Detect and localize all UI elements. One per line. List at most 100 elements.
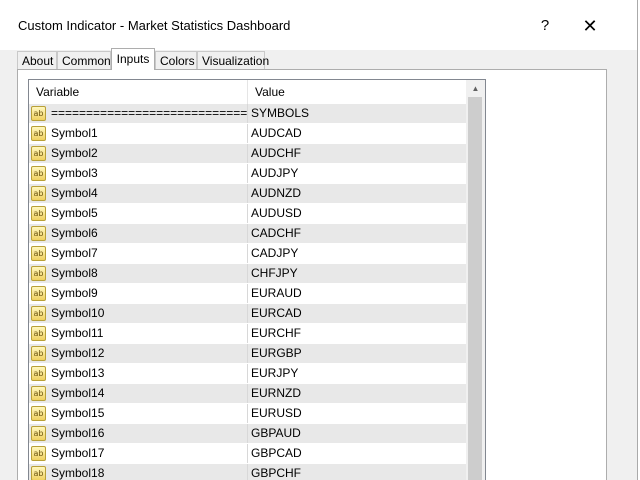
variable-name: Symbol17 (51, 446, 105, 460)
value-cell[interactable]: EURCAD (249, 304, 466, 323)
variable-cell[interactable]: ab Symbol2 (29, 144, 248, 163)
variable-name: Symbol6 (51, 226, 98, 240)
table-row[interactable]: ab Symbol3 AUDJPY (29, 164, 466, 184)
variable-cell[interactable]: ab Symbol11 (29, 324, 248, 343)
variable-cell[interactable]: ab Symbol3 (29, 164, 248, 183)
value-cell[interactable]: EURJPY (249, 364, 466, 383)
ab-string-icon: ab (31, 186, 46, 201)
variable-name: Symbol15 (51, 406, 105, 420)
tab-common[interactable]: Common (57, 51, 111, 69)
ab-string-icon: ab (31, 226, 46, 241)
vertical-scrollbar[interactable]: ▲ (466, 80, 485, 480)
table-row[interactable]: ab Symbol2 AUDCHF (29, 144, 466, 164)
variable-cell[interactable]: ab Symbol9 (29, 284, 248, 303)
variable-cell[interactable]: ab Symbol13 (29, 364, 248, 383)
variable-name: ================================ (51, 106, 248, 120)
ab-string-icon: ab (31, 286, 46, 301)
title-bar: Custom Indicator - Market Statistics Das… (0, 0, 637, 50)
column-header-value[interactable]: Value (248, 80, 466, 104)
value-cell[interactable]: CADJPY (249, 244, 466, 263)
table-row[interactable]: ab Symbol9 EURAUD (29, 284, 466, 304)
table-row[interactable]: ab Symbol18 GBPCHF (29, 464, 466, 480)
value-cell[interactable]: SYMBOLS (249, 104, 466, 123)
table-row[interactable]: ab Symbol5 AUDUSD (29, 204, 466, 224)
variable-name: Symbol10 (51, 306, 105, 320)
ab-string-icon: ab (31, 246, 46, 261)
variable-name: Symbol8 (51, 266, 98, 280)
tab-inputs[interactable]: Inputs (111, 48, 155, 70)
column-header-variable[interactable]: Variable (29, 80, 248, 104)
value-cell[interactable]: AUDCAD (249, 124, 466, 143)
variable-cell[interactable]: ab Symbol16 (29, 424, 248, 443)
value-cell[interactable]: AUDUSD (249, 204, 466, 223)
tab-colors[interactable]: Colors (155, 51, 197, 69)
variable-cell[interactable]: ab Symbol1 (29, 124, 248, 143)
tab-about[interactable]: About (17, 51, 57, 69)
close-button[interactable]: ✕ (572, 13, 608, 39)
value-cell[interactable]: EURAUD (249, 284, 466, 303)
ab-string-icon: ab (31, 346, 46, 361)
table-row[interactable]: ab Symbol15 EURUSD (29, 404, 466, 424)
value-cell[interactable]: GBPCAD (249, 444, 466, 463)
value-cell[interactable]: GBPAUD (249, 424, 466, 443)
variable-cell[interactable]: ab Symbol12 (29, 344, 248, 363)
table-row[interactable]: ab Symbol1 AUDCAD (29, 124, 466, 144)
tab-visualization[interactable]: Visualization (197, 51, 269, 69)
variable-name: Symbol13 (51, 366, 105, 380)
value-cell[interactable]: AUDJPY (249, 164, 466, 183)
table-row[interactable]: ab Symbol17 GBPCAD (29, 444, 466, 464)
value-cell[interactable]: EURCHF (249, 324, 466, 343)
table-row[interactable]: ab Symbol13 EURJPY (29, 364, 466, 384)
ab-string-icon: ab (31, 266, 46, 281)
table-row[interactable]: ab Symbol10 EURCAD (29, 304, 466, 324)
ab-string-icon: ab (31, 406, 46, 421)
variable-cell[interactable]: ab Symbol14 (29, 384, 248, 403)
variable-name: Symbol2 (51, 146, 98, 160)
table-row[interactable]: ab Symbol16 GBPAUD (29, 424, 466, 444)
variable-cell[interactable]: ab Symbol18 (29, 464, 248, 480)
variable-cell[interactable]: ab Symbol5 (29, 204, 248, 223)
table-row[interactable]: ab Symbol4 AUDNZD (29, 184, 466, 204)
variable-cell[interactable]: ab Symbol10 (29, 304, 248, 323)
variable-name: Symbol7 (51, 246, 98, 260)
variable-name: Symbol11 (51, 326, 104, 340)
variable-cell[interactable]: ab Symbol17 (29, 444, 248, 463)
help-button[interactable]: ? (527, 13, 563, 39)
value-cell[interactable]: CADCHF (249, 224, 466, 243)
variable-cell[interactable]: ab Symbol8 (29, 264, 248, 283)
variable-name: Symbol18 (51, 466, 105, 480)
variable-cell[interactable]: ab ================================ (29, 104, 248, 123)
table-row[interactable]: ab Symbol12 EURGBP (29, 344, 466, 364)
value-cell[interactable]: GBPCHF (249, 464, 466, 480)
variable-cell[interactable]: ab Symbol7 (29, 244, 248, 263)
table-row[interactable]: ab Symbol6 CADCHF (29, 224, 466, 244)
ab-string-icon: ab (31, 206, 46, 221)
variable-cell[interactable]: ab Symbol15 (29, 404, 248, 423)
value-cell[interactable]: AUDNZD (249, 184, 466, 203)
table-row[interactable]: ab Symbol11 EURCHF (29, 324, 466, 344)
ab-string-icon: ab (31, 426, 46, 441)
variable-name: Symbol16 (51, 426, 105, 440)
value-cell[interactable]: EURGBP (249, 344, 466, 363)
value-cell[interactable]: EURUSD (249, 404, 466, 423)
value-cell[interactable]: EURNZD (249, 384, 466, 403)
ab-string-icon: ab (31, 326, 46, 341)
variable-name: Symbol14 (51, 386, 105, 400)
variable-cell[interactable]: ab Symbol4 (29, 184, 248, 203)
value-cell[interactable]: CHFJPY (249, 264, 466, 283)
variable-name: Symbol1 (51, 126, 98, 140)
window-title: Custom Indicator - Market Statistics Das… (18, 18, 291, 33)
table-row[interactable]: ab Symbol7 CADJPY (29, 244, 466, 264)
ab-string-icon: ab (31, 166, 46, 181)
table-row[interactable]: ab ================================SYMBOL… (29, 104, 466, 124)
variable-cell[interactable]: ab Symbol6 (29, 224, 248, 243)
scrollbar-thumb[interactable] (468, 97, 482, 480)
grid-rows: ab ================================SYMBOL… (29, 104, 466, 480)
ab-string-icon: ab (31, 306, 46, 321)
table-row[interactable]: ab Symbol8 CHFJPY (29, 264, 466, 284)
table-row[interactable]: ab Symbol14 EURNZD (29, 384, 466, 404)
chevron-up-icon[interactable]: ▲ (466, 80, 485, 97)
variable-name: Symbol5 (51, 206, 98, 220)
value-cell[interactable]: AUDCHF (249, 144, 466, 163)
variable-name: Symbol12 (51, 346, 105, 360)
